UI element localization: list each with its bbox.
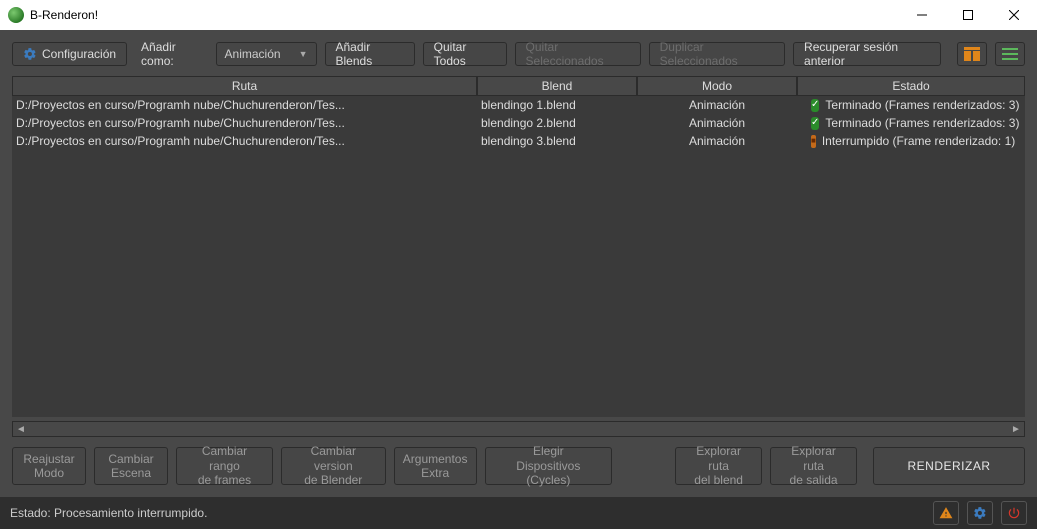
cell-ruta: D:/Proyectos en curso/Programh nube/Chuc… xyxy=(12,115,477,131)
app-icon xyxy=(8,7,24,23)
status-settings-button[interactable] xyxy=(967,501,993,525)
cambiar-version-button[interactable]: Cambiar version de Blender xyxy=(281,447,386,485)
table-row[interactable]: D:/Proyectos en curso/Programh nube/Chuc… xyxy=(12,114,1025,132)
maximize-button[interactable] xyxy=(945,0,991,30)
cell-estado: Terminado (Frames renderizados: 3) xyxy=(797,97,1019,113)
explorar-blend-button[interactable]: Explorar ruta del blend xyxy=(675,447,762,485)
duplicate-selected-button[interactable]: Duplicar Seleccionados xyxy=(649,42,785,66)
gear-icon xyxy=(973,506,987,520)
view-columns-button[interactable] xyxy=(957,42,987,66)
col-ruta[interactable]: Ruta xyxy=(12,76,477,96)
add-blends-button[interactable]: Añadir Blends xyxy=(325,42,415,66)
list-icon xyxy=(1002,47,1018,61)
table-row[interactable]: D:/Proyectos en curso/Programh nube/Chuc… xyxy=(12,96,1025,114)
reajustar-modo-button[interactable]: Reajustar Modo xyxy=(12,447,86,485)
remove-selected-button[interactable]: Quitar Seleccionados xyxy=(515,42,641,66)
check-icon xyxy=(811,99,819,112)
table-row[interactable]: D:/Proyectos en curso/Programh nube/Chuc… xyxy=(12,132,1025,150)
explorar-salida-button[interactable]: Explorar ruta de salida xyxy=(770,447,857,485)
add-as-dropdown[interactable]: Animación ▼ xyxy=(216,42,317,66)
status-bar: Estado: Procesamiento interrumpido. xyxy=(0,497,1037,529)
cell-estado: Terminado (Frames renderizados: 3) xyxy=(797,115,1019,131)
cell-modo: Animación xyxy=(637,97,797,113)
close-button[interactable] xyxy=(991,0,1037,30)
horizontal-scrollbar[interactable]: ◄ ► xyxy=(12,421,1025,437)
recover-session-button[interactable]: Recuperar sesión anterior xyxy=(793,42,941,66)
argumentos-extra-button[interactable]: Argumentos Extra xyxy=(394,447,477,485)
minimize-button[interactable] xyxy=(899,0,945,30)
window-titlebar: B-Renderon! xyxy=(0,0,1037,30)
warning-icon xyxy=(939,506,953,520)
status-label: Terminado (Frames renderizados: 3) xyxy=(825,98,1019,112)
cambiar-escena-button[interactable]: Cambiar Escena xyxy=(94,447,168,485)
status-power-button[interactable] xyxy=(1001,501,1027,525)
window-title: B-Renderon! xyxy=(30,8,899,22)
cell-blend: blendingo 1.blend xyxy=(477,97,637,113)
remove-all-button[interactable]: Quitar Todos xyxy=(423,42,507,66)
status-warning-button[interactable] xyxy=(933,501,959,525)
scroll-track[interactable] xyxy=(29,422,1008,436)
add-as-label: Añadir como: xyxy=(135,40,208,68)
check-icon xyxy=(811,117,819,130)
list-header: Ruta Blend Modo Estado xyxy=(12,76,1025,96)
cell-modo: Animación xyxy=(637,115,797,131)
status-text: Estado: Procesamiento interrumpido. xyxy=(10,506,925,520)
col-estado[interactable]: Estado xyxy=(797,76,1025,96)
col-blend[interactable]: Blend xyxy=(477,76,637,96)
list-body: D:/Proyectos en curso/Programh nube/Chuc… xyxy=(12,96,1025,417)
status-label: Terminado (Frames renderizados: 3) xyxy=(825,116,1019,130)
config-button[interactable]: Configuración xyxy=(12,42,127,66)
cell-blend: blendingo 2.blend xyxy=(477,115,637,131)
gear-icon xyxy=(23,47,37,61)
chevron-down-icon: ▼ xyxy=(299,49,308,59)
cell-ruta: D:/Proyectos en curso/Programh nube/Chuc… xyxy=(12,97,477,113)
cell-ruta: D:/Proyectos en curso/Programh nube/Chuc… xyxy=(12,133,477,149)
renderizar-button[interactable]: RENDERIZAR xyxy=(873,447,1025,485)
columns-icon xyxy=(964,47,980,61)
top-toolbar: Configuración Añadir como: Animación ▼ A… xyxy=(0,30,1037,76)
bottom-toolbar: Reajustar Modo Cambiar Escena Cambiar ra… xyxy=(0,437,1037,497)
cell-estado: Interrumpido (Frame renderizado: 1) xyxy=(797,133,1019,149)
cell-blend: blendingo 3.blend xyxy=(477,133,637,149)
stop-icon xyxy=(811,135,816,148)
cell-modo: Animación xyxy=(637,133,797,149)
add-as-value: Animación xyxy=(225,47,281,61)
power-icon xyxy=(1007,506,1021,520)
cambiar-rango-button[interactable]: Cambiar rango de frames xyxy=(176,447,273,485)
elegir-dispositivos-button[interactable]: Elegir Dispositivos (Cycles) xyxy=(485,447,612,485)
col-modo[interactable]: Modo xyxy=(637,76,797,96)
config-label: Configuración xyxy=(42,47,116,61)
status-label: Interrumpido (Frame renderizado: 1) xyxy=(822,134,1015,148)
scroll-right-icon[interactable]: ► xyxy=(1008,424,1024,435)
app-body: Configuración Añadir como: Animación ▼ A… xyxy=(0,30,1037,497)
view-list-button[interactable] xyxy=(995,42,1025,66)
scroll-left-icon[interactable]: ◄ xyxy=(13,424,29,435)
